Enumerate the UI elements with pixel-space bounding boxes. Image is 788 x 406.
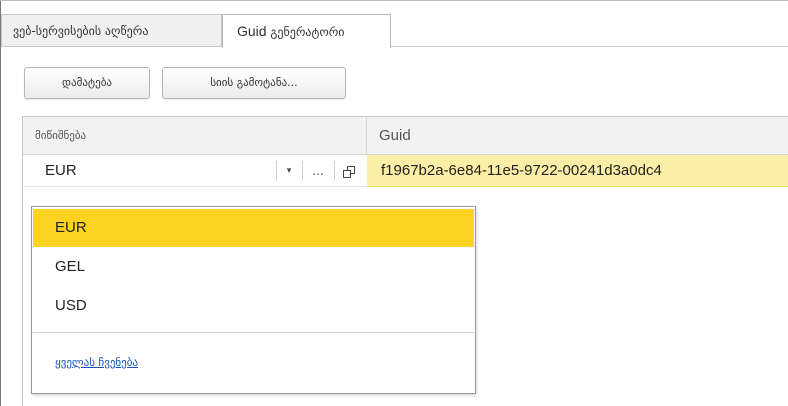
tab-guid-generator[interactable]: Guid გენერატორი — [222, 14, 391, 48]
window-left-border — [0, 0, 1, 406]
tab-strip-border-left — [1, 46, 222, 47]
tab-web-services[interactable]: ვებ-სერვისების აღწერა — [1, 14, 222, 47]
tab-web-services-label: ვებ-სერვისების აღწერა — [13, 24, 149, 38]
app-window: ვებ-სერვისების აღწერა Guid გენერატორი და… — [0, 0, 788, 406]
guid-cell[interactable]: f1967b2a-6e84-11e5-9722-00241d3a0dc4 — [367, 155, 788, 187]
show-all-link[interactable]: ყველას ჩვენება — [55, 356, 138, 369]
chevron-down-icon[interactable]: ▾ — [277, 155, 301, 187]
name-cell-editor[interactable]: EUR ▾ ... — [23, 155, 367, 187]
currency-dropdown-list: EUR GEL USD ყველას ჩვენება — [31, 206, 476, 394]
tab-strip-border-right — [391, 46, 788, 47]
more-button[interactable]: ... — [302, 155, 334, 187]
column-header-name[interactable]: მიწიშნება — [23, 117, 367, 155]
column-header-guid[interactable]: Guid — [367, 117, 788, 155]
tab-guid-generator-label-latin: Guid — [237, 23, 267, 39]
export-list-button[interactable]: სიის გამოტანა... — [162, 67, 346, 99]
add-button[interactable]: დამატება — [24, 67, 150, 99]
open-form-icon[interactable] — [335, 155, 363, 187]
dropdown-option-eur[interactable]: EUR — [33, 209, 474, 247]
tab-guid-generator-label: გენერატორი — [266, 25, 345, 39]
dropdown-option-gel[interactable]: GEL — [33, 248, 474, 286]
dropdown-divider — [33, 332, 474, 333]
name-cell-value[interactable]: EUR — [45, 155, 77, 187]
window-top-border — [0, 0, 788, 1]
dropdown-option-usd[interactable]: USD — [33, 287, 474, 325]
